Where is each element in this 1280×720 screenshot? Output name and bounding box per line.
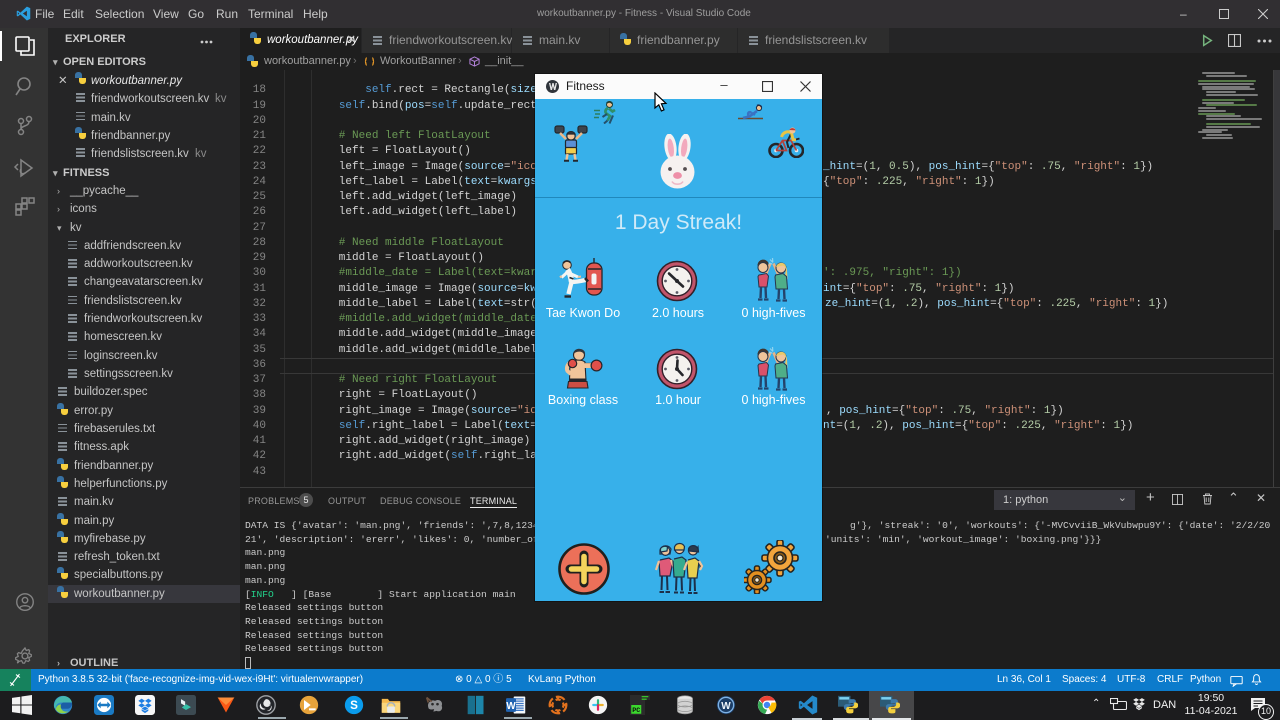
svg-text:W: W [506,701,516,712]
svg-text:W: W [721,701,731,712]
svg-text:S: S [350,699,358,712]
svg-text:PC: PC [632,706,640,714]
